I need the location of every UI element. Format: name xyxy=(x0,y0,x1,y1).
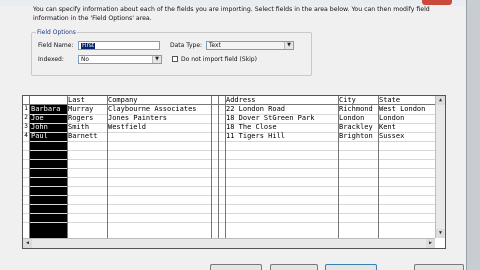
table-cell: Westfield xyxy=(108,123,146,131)
row-divider xyxy=(23,213,435,214)
table-cell: Kent xyxy=(379,123,396,131)
data-preview-grid[interactable]: First Last Company Address City State 1 … xyxy=(22,95,446,249)
arrow-up-icon[interactable]: ▲ xyxy=(436,96,445,105)
table-cell: London xyxy=(339,114,365,122)
import-text-wizard-dialog: You can specify information about each o… xyxy=(0,0,466,270)
row-divider xyxy=(23,222,435,223)
table-cell: Barbara xyxy=(31,105,61,113)
column-divider xyxy=(29,96,30,238)
table-cell: Barnett xyxy=(68,132,98,140)
table-cell: Paul xyxy=(31,132,48,140)
table-cell: 11 Tigers Hill xyxy=(226,132,286,140)
next-button[interactable] xyxy=(325,264,377,270)
table-cell: London xyxy=(379,114,405,122)
arrow-down-icon[interactable]: ▼ xyxy=(436,229,445,238)
column-header-address[interactable]: Address xyxy=(226,96,256,104)
back-button[interactable] xyxy=(270,264,318,270)
table-cell: Rogers xyxy=(68,114,94,122)
table-cell: John xyxy=(31,123,48,131)
table-cell: Jones Painters xyxy=(108,114,168,122)
column-divider[interactable] xyxy=(211,96,212,238)
vertical-scrollbar[interactable]: ▲ ▼ xyxy=(435,96,445,238)
field-options-legend: Field Options xyxy=(36,29,77,36)
column-header-city[interactable]: City xyxy=(339,96,356,104)
finish-button[interactable] xyxy=(414,264,464,270)
field-name-input[interactable]: First xyxy=(78,41,160,50)
row-divider xyxy=(23,186,435,187)
table-cell: Richmond xyxy=(339,105,373,113)
table-cell: Claybourne Associates xyxy=(108,105,197,113)
table-cell: 18 Dover StGreen Park xyxy=(226,114,315,122)
row-divider xyxy=(23,159,435,160)
column-header-last[interactable]: Last xyxy=(68,96,85,104)
indexed-value: No xyxy=(81,57,89,63)
cancel-button[interactable] xyxy=(210,264,262,270)
arrow-right-icon[interactable]: ▶ xyxy=(426,239,435,248)
close-icon[interactable] xyxy=(422,0,452,5)
row-number: 1 xyxy=(24,105,28,112)
row-number: 4 xyxy=(24,132,28,139)
column-header-state[interactable]: State xyxy=(379,96,400,104)
skip-field-checkbox[interactable] xyxy=(172,56,178,62)
indexed-select[interactable]: No ▼ xyxy=(78,55,162,64)
window-edge xyxy=(466,0,480,270)
skip-field-label: Do not import field (Skip) xyxy=(181,56,257,63)
indexed-label: Indexed: xyxy=(38,56,64,63)
horizontal-scrollbar[interactable]: ◀ ▶ xyxy=(23,238,435,248)
instructions-text: You can specify information about each o… xyxy=(33,6,430,22)
table-cell: Brackley xyxy=(339,123,373,131)
table-cell: Joe xyxy=(31,114,44,122)
row-divider xyxy=(23,141,435,142)
table-cell: 22 London Road xyxy=(226,105,286,113)
column-header-company[interactable]: Company xyxy=(108,96,138,104)
arrow-left-icon[interactable]: ◀ xyxy=(23,239,32,248)
chevron-down-icon[interactable]: ▼ xyxy=(152,56,161,63)
row-number: 2 xyxy=(24,114,28,121)
chevron-down-icon[interactable]: ▼ xyxy=(284,42,293,49)
table-cell: Brighton xyxy=(339,132,373,140)
data-type-value: Text xyxy=(209,43,221,49)
field-name-value: First xyxy=(81,43,96,49)
row-divider xyxy=(23,177,435,178)
data-type-select[interactable]: Text ▼ xyxy=(206,41,294,50)
field-options-group xyxy=(31,32,312,76)
table-cell: Smith xyxy=(68,123,90,131)
table-cell: Sussex xyxy=(379,132,405,140)
column-divider[interactable] xyxy=(218,96,219,238)
row-divider xyxy=(23,168,435,169)
field-name-label: Field Name: xyxy=(38,42,74,49)
data-type-label: Data Type: xyxy=(170,42,203,49)
row-divider xyxy=(23,195,435,196)
row-divider xyxy=(23,204,435,205)
row-divider xyxy=(23,150,435,151)
row-number: 3 xyxy=(24,123,28,130)
column-header-first[interactable]: First xyxy=(31,96,52,104)
table-cell: West London xyxy=(379,105,426,113)
table-cell: Murray xyxy=(68,105,94,113)
table-cell: 18 The Close xyxy=(226,123,277,131)
